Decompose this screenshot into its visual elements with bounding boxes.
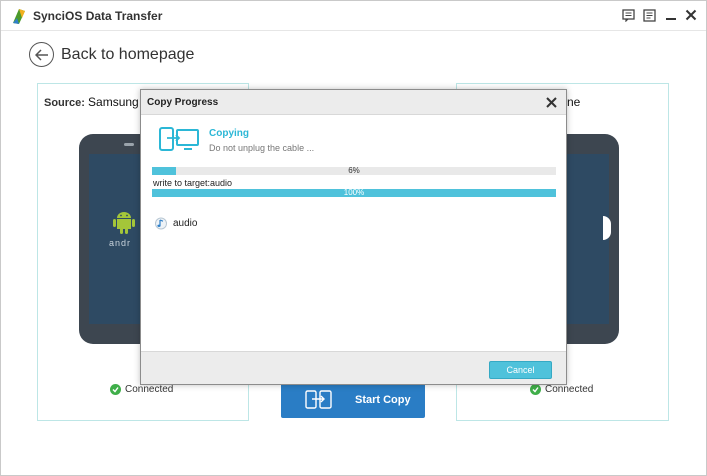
list-item-label: audio (173, 218, 198, 229)
target-status-text: Connected (545, 384, 594, 395)
target-label-text: ne (567, 95, 581, 109)
android-icon (113, 210, 135, 239)
dialog-header: Copy Progress (141, 90, 566, 115)
music-note-icon (155, 217, 167, 230)
start-copy-label: Start Copy (355, 394, 411, 406)
minimize-icon[interactable] (663, 7, 679, 23)
back-label: Back to homepage (61, 45, 195, 63)
copying-status-subtitle: Do not unplug the cable ... (209, 143, 315, 153)
dialog-footer: Cancel (141, 351, 566, 384)
transfer-icon (305, 389, 333, 411)
overall-progress-percent: 6% (348, 166, 360, 175)
dialog-close-icon[interactable] (544, 95, 558, 109)
dialog-title: Copy Progress (147, 97, 219, 108)
app-title: SynciOS Data Transfer (33, 9, 163, 23)
cancel-button[interactable]: Cancel (489, 361, 552, 379)
back-arrow-icon (29, 42, 54, 67)
phone-speaker (124, 143, 134, 146)
source-prefix: Source: (44, 97, 85, 109)
copying-status-title: Copying (209, 128, 249, 139)
feedback-icon[interactable] (620, 7, 636, 23)
target-connected-status: Connected (530, 384, 593, 395)
overall-progress-bar: 6% (152, 166, 556, 175)
start-copy-button[interactable]: Start Copy (281, 382, 425, 418)
check-icon (110, 384, 121, 395)
back-to-homepage-link[interactable]: Back to homepage (29, 42, 194, 67)
android-wordmark: andr (109, 238, 132, 248)
app-window: SynciOS Data Transfer Back to homepage S… (0, 0, 707, 476)
source-label: Source: Samsung (44, 95, 139, 109)
copy-progress-dialog: Copy Progress Copying Do not unplug the … (140, 89, 567, 385)
syncios-logo-icon (11, 8, 27, 25)
check-icon (530, 384, 541, 395)
copying-devices-icon (157, 125, 201, 155)
target-label: ne (567, 95, 580, 109)
title-bar: SynciOS Data Transfer (1, 1, 706, 31)
source-device-name: Samsung (88, 95, 139, 109)
menu-icon[interactable] (641, 7, 657, 23)
source-status-text: Connected (125, 384, 174, 395)
close-icon[interactable] (683, 7, 699, 23)
source-connected-status: Connected (110, 384, 173, 395)
list-item: audio (155, 217, 197, 230)
task-progress-percent: 100% (343, 188, 365, 197)
apple-logo-icon (603, 216, 611, 240)
task-progress-bar: 100% (152, 188, 556, 197)
